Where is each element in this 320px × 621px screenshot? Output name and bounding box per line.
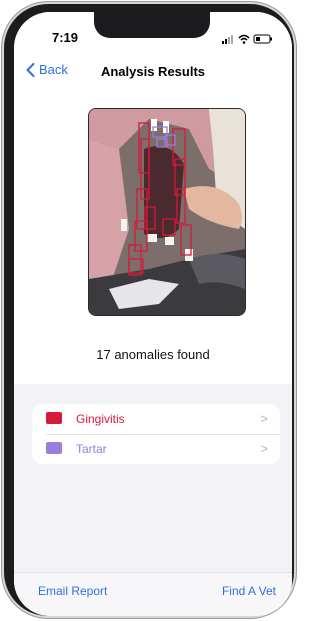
anomaly-count: 17 anomalies found [96,347,210,362]
status-time: 7:19 [52,30,79,45]
finding-row-tartar[interactable]: Tartar > [32,434,280,464]
email-report-button[interactable]: Email Report [38,584,107,598]
device-notch [94,12,210,38]
results-content: 17 anomalies found Gingivitis > Tartar > [14,92,292,612]
battery-icon [253,34,272,44]
finding-label: Tartar [76,442,107,456]
finding-row-gingivitis[interactable]: Gingivitis > [32,404,280,435]
page-title: Analysis Results [100,64,206,79]
navigation-bar: Back Analysis Results [14,52,292,92]
bottom-toolbar: Email Report Find A Vet [14,572,292,616]
cellular-signal-icon [222,35,233,44]
chevron-right-icon: > [260,411,268,426]
chevron-right-icon: > [260,441,268,456]
find-a-vet-button[interactable]: Find A Vet [222,584,276,598]
phone-frame: 7:19 Back Analysis Results 17 anomalies … [4,4,294,616]
app-screen: 7:19 Back Analysis Results 17 anomalies … [14,12,292,616]
wifi-icon [238,34,250,44]
analysis-photo[interactable] [88,108,246,316]
tartar-color-swatch [46,442,62,454]
findings-list: Gingivitis > Tartar > [32,404,280,464]
finding-label: Gingivitis [76,412,125,426]
status-bar: 7:19 [14,12,292,52]
status-icons [222,32,274,44]
gingivitis-color-swatch [46,412,62,424]
